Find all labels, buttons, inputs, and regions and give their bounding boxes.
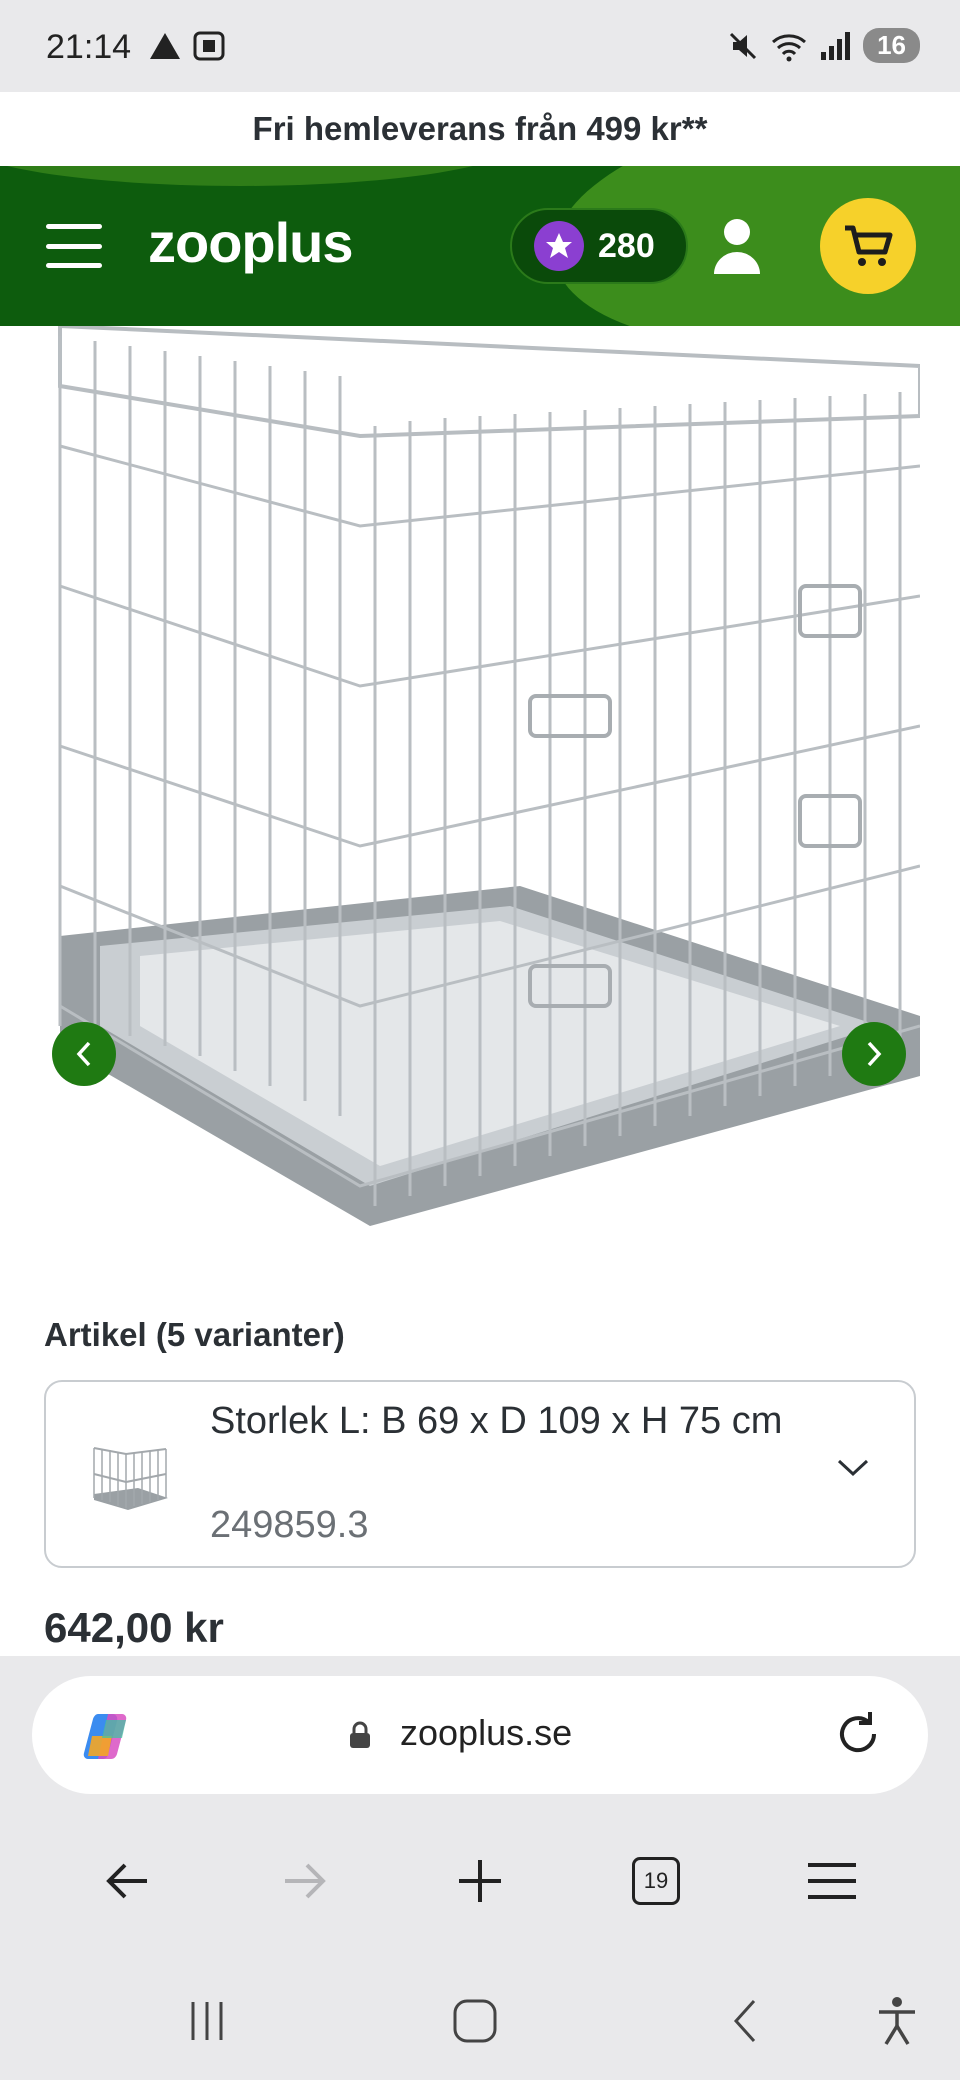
signal-icon [821,31,851,60]
forward-button[interactable] [264,1841,344,1921]
recents-icon [191,2002,223,2040]
gallery-prev-button[interactable] [52,1022,116,1086]
url-text[interactable]: zooplus.se [400,1712,572,1754]
cart-icon [845,225,893,266]
product-price: 642,00 kr [44,1604,224,1651]
screenshot-icon [193,31,225,61]
lock-icon [350,1721,370,1748]
variant-selector[interactable]: Storlek L: B 69 x D 109 x H 75 cm 249859… [44,1380,916,1568]
variant-thumbnail [93,1447,168,1510]
variant-name: Storlek L: B 69 x D 109 x H 75 cm [210,1400,783,1442]
mute-icon [730,32,757,59]
product-image-gallery[interactable] [0,326,960,1246]
system-navigation-bar [0,1956,960,2080]
plus-icon [459,1860,501,1902]
user-icon[interactable] [712,216,762,276]
address-bar[interactable]: zooplus.se [32,1676,928,1794]
cart-button[interactable] [820,198,916,294]
home-icon [453,1999,497,2043]
tabs-icon: 19 [632,1857,680,1905]
accessibility-button[interactable] [862,1986,932,2056]
product-image [58,326,920,1226]
menu-icon [808,1863,856,1899]
battery-icon: 16 [863,28,920,63]
browser-chrome: zooplus.se 19 [0,1656,960,1956]
loyalty-points-value: 280 [598,226,655,265]
chevron-right-icon [867,1041,882,1067]
back-icon [733,1999,756,2043]
loyalty-points-button[interactable]: 280 [510,208,688,284]
status-right-icons: 16 [727,28,920,63]
browser-menu-button[interactable] [792,1841,872,1921]
warning-icon [150,33,180,59]
forward-arrow-icon [285,1863,326,1899]
reload-icon[interactable] [832,1708,884,1760]
chevron-left-icon [76,1041,91,1067]
variant-sku: 249859.3 [210,1504,369,1546]
system-back-button[interactable] [710,1986,780,2056]
browser-toolbar: 19 [0,1816,960,1946]
status-bar: 21:14 16 [0,0,960,92]
site-header: zooplus 280 [0,166,960,326]
accessibility-icon [879,1997,915,2045]
star-icon [534,221,584,271]
variant-section-title: Artikel (5 varianter) [44,1316,345,1353]
home-button[interactable] [440,1986,510,2056]
promo-banner[interactable]: Fri hemleverans från 499 kr** [0,92,960,166]
site-logo[interactable]: zooplus [148,210,354,275]
status-time: 21:14 [46,28,132,66]
back-button[interactable] [88,1841,168,1921]
recents-button[interactable] [172,1986,242,2056]
gallery-next-button[interactable] [842,1022,906,1086]
hamburger-icon[interactable] [46,224,102,268]
new-tab-button[interactable] [440,1841,520,1921]
tabs-button[interactable]: 19 [616,1841,696,1921]
wifi-icon [772,33,807,61]
copilot-icon[interactable] [78,1706,138,1766]
status-left-icons [148,30,226,62]
header-decoration [0,166,520,186]
back-arrow-icon [106,1863,147,1899]
chevron-down-icon[interactable] [836,1458,870,1478]
